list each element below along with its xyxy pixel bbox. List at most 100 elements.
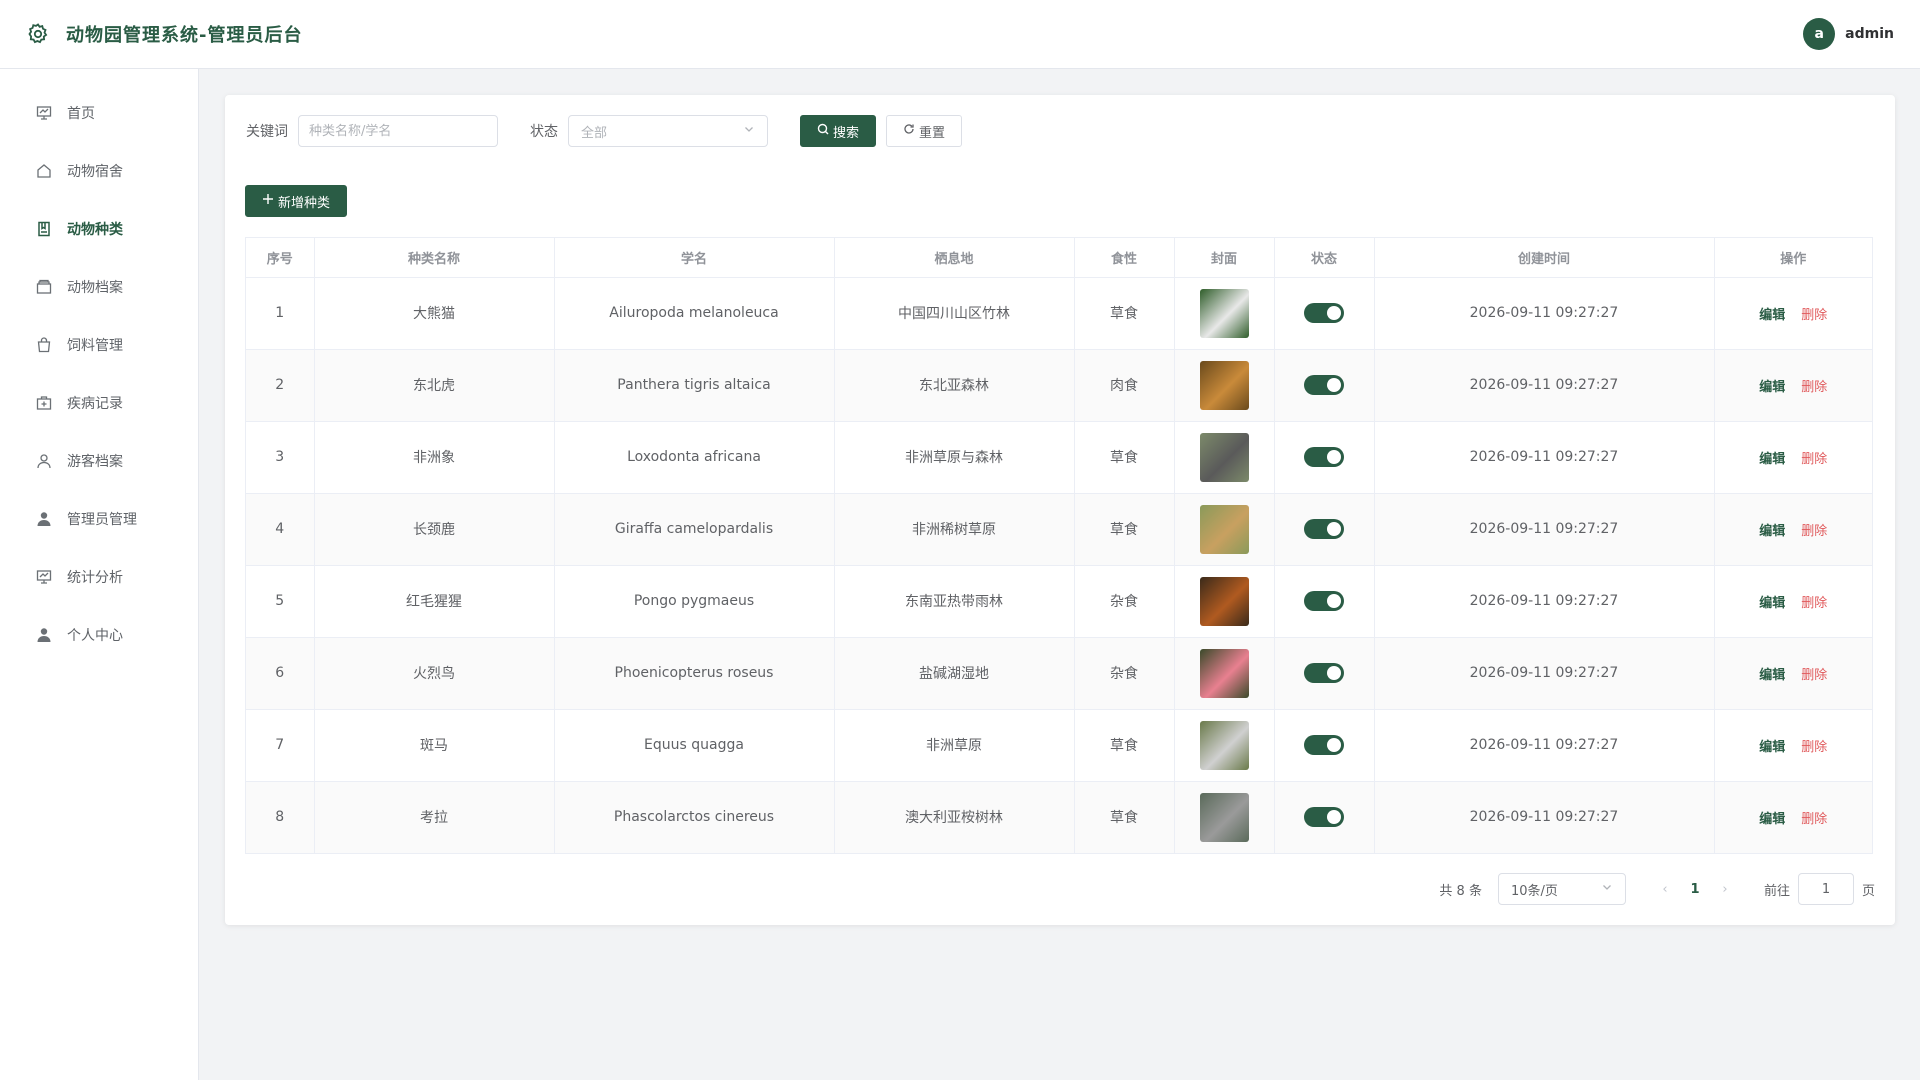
sidebar-item-home[interactable]: 首页 [0,84,198,142]
species-name: 考拉 [314,781,555,853]
edit-button[interactable]: 编辑 [1759,308,1785,323]
status-toggle[interactable] [1304,735,1344,755]
sidebar-item-feed[interactable]: 饲料管理 [0,316,198,374]
edit-button[interactable]: 编辑 [1759,380,1785,395]
status-select[interactable]: 全部 [568,115,768,147]
dashboard-icon [35,104,53,122]
habitat: 非洲草原 [834,709,1075,782]
prev-page-icon[interactable]: ‹ [1650,882,1680,897]
sidebar-item-admins[interactable]: 管理员管理 [0,490,198,548]
cover-image[interactable] [1199,576,1249,626]
delete-button[interactable]: 删除 [1801,524,1827,539]
pagination: 共 8 条 10条/页 ‹ 1 › 前往 页 [1439,873,1875,905]
edit-button[interactable]: 编辑 [1759,740,1785,755]
diet: 草食 [1074,277,1175,350]
col-header-index: 序号 [246,238,315,278]
created-time: 2026-09-11 09:27:27 [1374,349,1715,422]
habitat: 中国四川山区竹林 [834,277,1075,350]
status-toggle[interactable] [1304,303,1344,323]
diet: 杂食 [1074,637,1175,710]
status-toggle[interactable] [1304,375,1344,395]
scientific-name: Giraffa camelopardalis [554,493,835,566]
row-index: 4 [246,493,315,566]
cover-image[interactable] [1199,360,1249,410]
sidebar-item-disease[interactable]: 疾病记录 [0,374,198,432]
edit-button[interactable]: 编辑 [1759,452,1785,467]
delete-button[interactable]: 删除 [1801,812,1827,827]
sidebar-item-archive[interactable]: 动物档案 [0,258,198,316]
cover-image[interactable] [1199,504,1249,554]
cover-image[interactable] [1199,648,1249,698]
next-page-icon[interactable]: › [1710,882,1740,897]
habitat: 澳大利亚桉树林 [834,781,1075,853]
habitat: 盐碱湖湿地 [834,637,1075,710]
status-toggle[interactable] [1304,447,1344,467]
page-number[interactable]: 1 [1680,882,1710,897]
sidebar-item-label: 动物种类 [67,222,123,238]
scientific-name: Phoenicopterus roseus [554,637,835,710]
home-icon [35,162,53,180]
chevron-down-icon [743,123,755,139]
created-time: 2026-09-11 09:27:27 [1374,493,1715,566]
created-time: 2026-09-11 09:27:27 [1374,709,1715,782]
status-toggle[interactable] [1304,519,1344,539]
diet: 草食 [1074,421,1175,494]
species-name: 非洲象 [314,421,555,494]
row-index: 8 [246,781,315,853]
row-index: 7 [246,709,315,782]
status-toggle[interactable] [1304,807,1344,828]
sidebar-item-species[interactable]: 动物种类 [0,200,198,258]
delete-button[interactable]: 删除 [1801,308,1827,323]
delete-button[interactable]: 删除 [1801,452,1827,467]
search-button[interactable]: 搜索 [800,115,877,147]
filter-bar: 关键词 状态 全部 搜索 重置 [246,115,963,147]
add-species-button[interactable]: 新增种类 [245,185,348,217]
plus-icon [262,193,274,209]
cover-image[interactable] [1199,288,1249,338]
sidebar-item-profile[interactable]: 个人中心 [0,606,198,664]
page-size-value: 10条/页 [1510,883,1558,899]
bag-icon [35,336,53,354]
keyword-input[interactable] [298,115,498,147]
sidebar-item-dormitory[interactable]: 动物宿舍 [0,142,198,200]
table-row: 4 长颈鹿 Giraffa camelopardalis 非洲稀树草原 草食 2026-0… [246,493,1872,566]
created-time: 2026-09-11 09:27:27 [1374,565,1715,638]
edit-button[interactable]: 编辑 [1759,524,1785,539]
col-header-cover: 封面 [1174,238,1275,278]
col-header-created: 创建时间 [1374,238,1715,278]
delete-button[interactable]: 删除 [1801,668,1827,683]
username[interactable]: admin [1845,26,1894,42]
delete-button[interactable]: 删除 [1801,380,1827,395]
user-menu[interactable]: a admin [1803,18,1894,50]
scientific-name: Loxodonta africana [554,421,835,494]
sidebar-item-stats[interactable]: 统计分析 [0,548,198,606]
delete-button[interactable]: 删除 [1801,740,1827,755]
cover-image[interactable] [1199,432,1249,482]
edit-button[interactable]: 编辑 [1759,668,1785,683]
app-title: 动物园管理系统-管理员后台 [66,25,303,46]
species-name: 东北虎 [314,349,555,422]
status-label: 状态 [530,124,558,140]
user-icon [35,452,53,470]
delete-button[interactable]: 删除 [1801,596,1827,611]
status-toggle[interactable] [1304,663,1344,683]
gear-icon[interactable] [24,20,52,48]
table-row: 2 东北虎 Panthera tigris altaica 东北亚森林 肉食 2026-0… [246,349,1872,422]
sidebar-item-label: 动物档案 [67,280,123,296]
reset-button[interactable]: 重置 [886,115,963,147]
edit-button[interactable]: 编辑 [1759,812,1785,827]
avatar[interactable]: a [1803,18,1836,50]
diet: 杂食 [1074,565,1175,638]
page-size-select[interactable]: 10条/页 [1497,873,1626,905]
scientific-name: Ailuropoda melanoleuca [554,277,835,350]
cover-image[interactable] [1199,792,1249,842]
goto-page-input[interactable] [1797,873,1854,905]
status-toggle[interactable] [1304,591,1344,611]
row-index: 6 [246,637,315,710]
created-time: 2026-09-11 09:27:27 [1374,277,1715,350]
sidebar-item-visitors[interactable]: 游客档案 [0,432,198,490]
edit-button[interactable]: 编辑 [1759,596,1785,611]
cover-image[interactable] [1199,720,1249,770]
table-row: 1 大熊猫 Ailuropoda melanoleuca 中国四川山区竹林 草食 2026… [246,277,1872,350]
scientific-name: Pongo pygmaeus [554,565,835,638]
